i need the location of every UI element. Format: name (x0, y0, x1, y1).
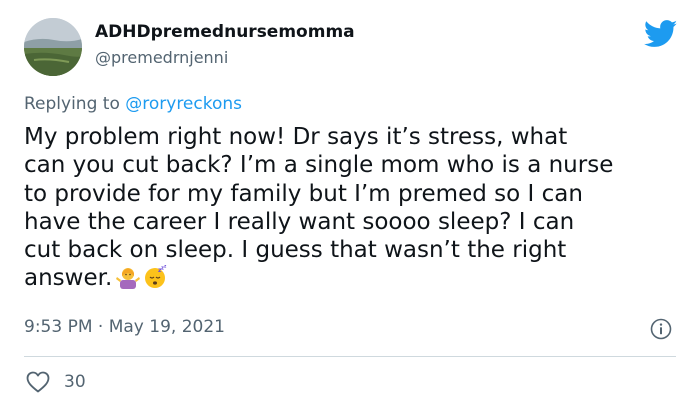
replying-to: Replying to @roryreckons (24, 94, 242, 114)
replying-prefix: Replying to (24, 94, 120, 114)
tweet-timestamp[interactable]: 9:53 PM · May 19, 2021 (24, 317, 225, 337)
info-icon[interactable] (650, 318, 672, 340)
svg-text:z: z (164, 265, 167, 269)
display-name[interactable]: ADHDpremednursemomma (95, 22, 355, 42)
user-handle[interactable]: @premedrnjenni (95, 48, 228, 67)
tweet-text: My problem right now! Dr says it’s stres… (24, 124, 614, 292)
replying-mention-link[interactable]: @roryreckons (125, 94, 242, 114)
twitter-bird-icon[interactable] (644, 20, 678, 48)
like-count: 30 (64, 372, 86, 392)
heart-icon[interactable] (26, 371, 50, 393)
sleeping-face-emoji: z z z (145, 265, 167, 289)
avatar[interactable] (24, 18, 82, 76)
person-shrugging-emoji (116, 268, 141, 290)
divider (24, 356, 676, 357)
tweet-body: My problem right now! Dr says it’s stres… (24, 123, 684, 293)
